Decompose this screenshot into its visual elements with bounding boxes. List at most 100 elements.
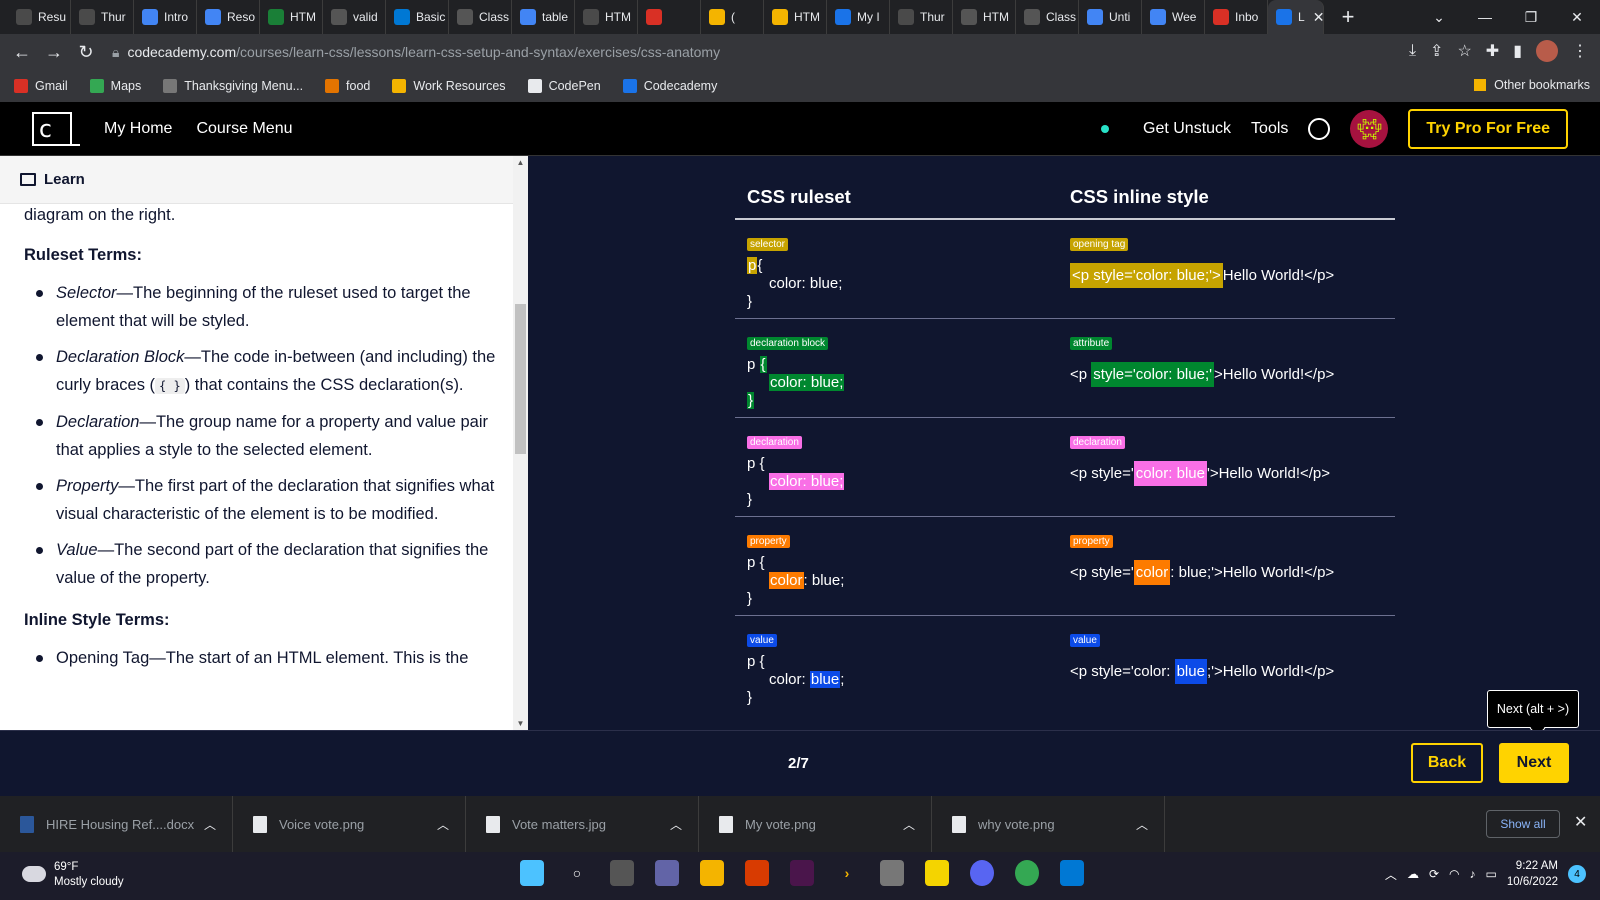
profile-avatar[interactable] (1536, 40, 1558, 62)
browser-tab[interactable]: Unti (1079, 0, 1142, 34)
other-bookmarks[interactable]: Other bookmarks (1474, 78, 1590, 92)
chevron-up-icon[interactable]: ︿ (1385, 866, 1397, 883)
show-all-button[interactable]: Show all (1486, 810, 1560, 838)
browser-tab[interactable]: Thur (71, 0, 134, 34)
browser-tab-active[interactable]: L ✕ (1268, 0, 1324, 34)
back-nav-icon[interactable]: ← (6, 42, 38, 63)
forward-nav-icon[interactable]: → (38, 42, 70, 63)
browser-tab[interactable]: Inbo (1205, 0, 1268, 34)
bookmark-star-icon[interactable]: ☆ (1457, 41, 1471, 61)
next-button[interactable]: Next (1499, 743, 1569, 783)
discord-icon[interactable] (970, 860, 994, 886)
office-icon[interactable] (745, 860, 769, 886)
inline-heading: Inline Style Terms: (24, 611, 170, 629)
browser-tab[interactable]: Wee (1142, 0, 1205, 34)
browser-tab[interactable]: ( (701, 0, 764, 34)
battery-icon[interactable]: ▭ (1485, 867, 1496, 881)
bookmark-item[interactable]: Maps (89, 79, 141, 93)
download-item[interactable]: Vote matters.jpg ︿ (466, 796, 699, 852)
share-icon[interactable]: ⇪ (1430, 41, 1443, 61)
weather-widget[interactable]: 69°F Mostly cloudy (22, 860, 124, 890)
bookmark-item[interactable]: Codecademy (622, 79, 717, 93)
download-item[interactable]: Voice vote.png ︿ (233, 796, 466, 852)
close-tab-icon[interactable]: ✕ (1313, 9, 1323, 26)
browser-tab[interactable]: Class (1016, 0, 1079, 34)
close-downloads-icon[interactable]: ✕ (1574, 812, 1587, 832)
start-icon[interactable] (520, 860, 544, 886)
tab-search-icon[interactable]: ⌄ (1416, 0, 1462, 34)
browser-tab[interactable]: HTM (764, 0, 827, 34)
browser-tab[interactable]: Class (449, 0, 512, 34)
browser-tab[interactable]: Resu (8, 0, 71, 34)
clock[interactable]: 9:22 AM 10/6/2022 (1507, 858, 1558, 890)
chevron-up-icon[interactable]: ︿ (1136, 816, 1148, 833)
onedrive-icon[interactable]: ☁ (1407, 867, 1419, 881)
menu-kebab-icon[interactable]: ⋮ (1572, 41, 1588, 61)
bookmark-item[interactable]: food (325, 79, 370, 93)
scroll-down-icon[interactable]: ▼ (516, 719, 525, 728)
back-button[interactable]: Back (1411, 743, 1483, 783)
codecademy-logo[interactable]: c (32, 111, 80, 146)
browser-tab[interactable]: My I (827, 0, 890, 34)
tag-label: property (747, 535, 790, 548)
new-tab-button[interactable]: + (1334, 4, 1362, 30)
browser-tab[interactable]: HTM (575, 0, 638, 34)
sync-icon[interactable]: ⟳ (1429, 867, 1439, 881)
bookmark-item[interactable]: CodePen (527, 79, 601, 93)
browser-tab[interactable]: HTM (953, 0, 1016, 34)
volume-icon[interactable]: ♪ (1469, 867, 1475, 881)
terminal-icon[interactable]: › (835, 860, 859, 886)
minimize-button[interactable]: — (1462, 0, 1508, 34)
close-window-button[interactable]: ✕ (1554, 0, 1600, 34)
scroll-up-icon[interactable]: ▲ (516, 158, 525, 167)
tab-favicon-icon (709, 9, 725, 25)
search-icon[interactable]: ○ (565, 860, 589, 886)
bookmark-item[interactable]: Gmail (14, 79, 68, 93)
chevron-up-icon[interactable]: ︿ (903, 816, 915, 833)
get-unstuck-button[interactable]: Get Unstuck (1143, 120, 1231, 138)
chevron-up-icon[interactable]: ︿ (670, 816, 682, 833)
slack-icon[interactable] (790, 860, 814, 886)
chrome-icon[interactable] (1015, 860, 1039, 886)
download-item[interactable]: HIRE Housing Ref....docx ︿ (0, 796, 233, 852)
browser-tab[interactable]: Intro (134, 0, 197, 34)
tab-label: Class (1046, 10, 1077, 24)
extensions-icon[interactable]: ✚ (1486, 41, 1499, 61)
tools-button[interactable]: Tools (1251, 120, 1288, 138)
wifi-icon[interactable]: ◠ (1449, 867, 1459, 881)
download-item[interactable]: why vote.png ︿ (932, 796, 1165, 852)
browser-tab[interactable]: Basic (386, 0, 449, 34)
restore-button[interactable]: ❐ (1508, 0, 1554, 34)
alarm-clock-icon[interactable] (1308, 118, 1331, 140)
sticky-notes-icon[interactable] (925, 860, 949, 886)
chevron-up-icon[interactable]: ︿ (437, 816, 449, 833)
bookmark-item[interactable]: Thanksgiving Menu... (163, 79, 303, 93)
chat-icon[interactable] (655, 860, 679, 886)
vscode-icon[interactable] (1060, 860, 1084, 886)
download-item[interactable]: My vote.png ︿ (699, 796, 932, 852)
sidepanel-icon[interactable]: ▮ (1513, 41, 1522, 61)
profile-avatar-icon[interactable]: 👾︎ (1350, 110, 1389, 148)
browser-tab[interactable]: Thur (890, 0, 953, 34)
tab-favicon-icon (457, 9, 473, 25)
chevron-up-icon[interactable]: ︿ (204, 816, 216, 833)
file-explorer-icon[interactable] (700, 860, 724, 886)
try-pro-button[interactable]: Try Pro For Free (1408, 109, 1568, 149)
course-menu-link[interactable]: Course Menu (196, 120, 292, 138)
notification-badge[interactable]: 4 (1568, 865, 1586, 883)
browser-tab[interactable]: Reso (197, 0, 260, 34)
bookmark-item[interactable]: Work Resources (392, 79, 506, 93)
calculator-icon[interactable] (880, 860, 904, 886)
browser-tab[interactable]: valid (323, 0, 386, 34)
scroll-thumb[interactable] (515, 304, 526, 454)
my-home-link[interactable]: My Home (104, 120, 172, 138)
reload-icon[interactable]: ↻ (70, 42, 102, 63)
url-field[interactable]: 🔒︎ codecademy.com/courses/learn-css/less… (112, 38, 1312, 66)
browser-tab[interactable]: table (512, 0, 575, 34)
task-view-icon[interactable] (610, 860, 634, 886)
browser-tab[interactable]: HTM (260, 0, 323, 34)
install-icon[interactable]: ⤓ (1409, 42, 1416, 60)
learn-scrollbar[interactable]: ▲ ▼ (513, 156, 528, 730)
browser-tab[interactable] (638, 0, 701, 34)
learn-tab[interactable]: Learn (0, 156, 528, 204)
